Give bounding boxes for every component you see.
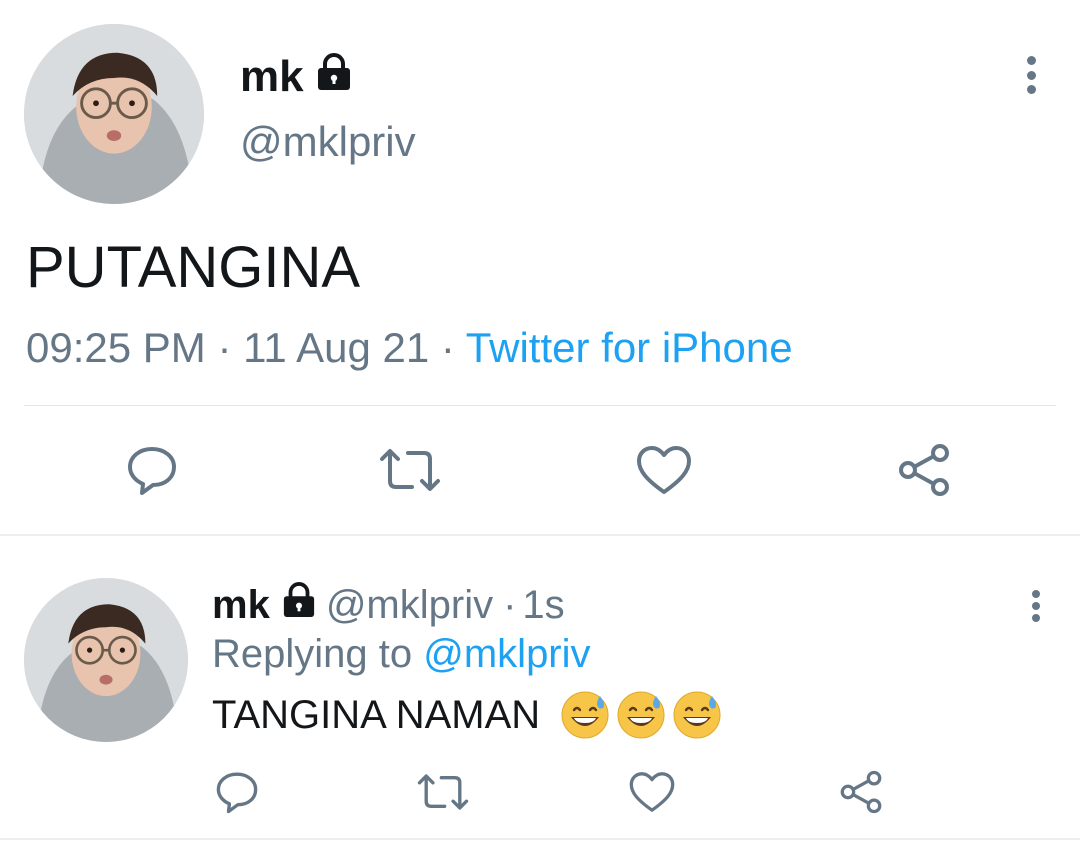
replying-to-label: Replying to bbox=[212, 632, 413, 676]
author-handle[interactable]: @mklpriv bbox=[240, 118, 416, 166]
tweet-text: PUTANGINA bbox=[26, 235, 361, 300]
reply-more-options-icon[interactable] bbox=[1028, 590, 1044, 622]
reply-text-row: TANGINA NAMAN bbox=[212, 690, 722, 740]
reply-author-name[interactable]: mk bbox=[212, 583, 270, 628]
reply-retweet-button[interactable] bbox=[414, 768, 472, 816]
tweet-meta: 09:25 PM · 11 Aug 21 · Twitter for iPhon… bbox=[26, 324, 793, 372]
like-icon bbox=[637, 446, 691, 494]
author-name[interactable]: mk bbox=[240, 52, 304, 102]
author-avatar[interactable] bbox=[24, 24, 204, 204]
reply-header: mk @mklpriv · 1s bbox=[212, 582, 565, 628]
retweet-icon bbox=[417, 774, 469, 810]
bottom-divider bbox=[0, 838, 1080, 840]
reply-icon bbox=[216, 772, 258, 814]
retweet-button[interactable] bbox=[376, 442, 444, 498]
tweet-date: 11 Aug 21 bbox=[243, 324, 430, 371]
reply-author-handle[interactable]: @mklpriv bbox=[326, 583, 493, 628]
reply-reply-button[interactable] bbox=[212, 768, 262, 816]
grinning-sweat-emoji bbox=[616, 690, 666, 740]
share-icon bbox=[840, 770, 882, 814]
reply-share-button[interactable] bbox=[836, 768, 886, 816]
like-button[interactable] bbox=[634, 442, 694, 498]
avatar-photo bbox=[24, 24, 204, 204]
tweet-time: 09:25 PM bbox=[26, 324, 206, 371]
grinning-sweat-emoji bbox=[560, 690, 610, 740]
meta-divider bbox=[24, 405, 1056, 406]
avatar-photo bbox=[24, 578, 188, 742]
meta-separator: · bbox=[440, 324, 455, 371]
replying-to: Replying to @mklpriv bbox=[212, 632, 591, 677]
retweet-icon bbox=[380, 449, 440, 491]
reply-like-button[interactable] bbox=[626, 768, 678, 816]
lock-icon bbox=[282, 582, 316, 628]
lock-icon bbox=[316, 52, 352, 102]
reply-author-avatar[interactable] bbox=[24, 578, 188, 742]
more-options-icon[interactable] bbox=[1022, 56, 1040, 94]
share-icon bbox=[899, 444, 949, 496]
section-divider bbox=[0, 534, 1080, 536]
reply-text: TANGINA NAMAN bbox=[212, 692, 541, 737]
replying-to-mention[interactable]: @mklpriv bbox=[423, 632, 590, 676]
reply-icon bbox=[128, 447, 176, 495]
meta-separator: · bbox=[217, 324, 232, 371]
grinning-sweat-emoji bbox=[672, 690, 722, 740]
like-icon bbox=[629, 772, 675, 812]
share-button[interactable] bbox=[894, 442, 954, 498]
reply-age: 1s bbox=[522, 582, 565, 627]
reply-button[interactable] bbox=[122, 442, 182, 498]
tweet-source-link[interactable]: Twitter for iPhone bbox=[466, 324, 793, 371]
meta-separator: · bbox=[503, 582, 517, 627]
author-name-row: mk bbox=[240, 52, 352, 102]
